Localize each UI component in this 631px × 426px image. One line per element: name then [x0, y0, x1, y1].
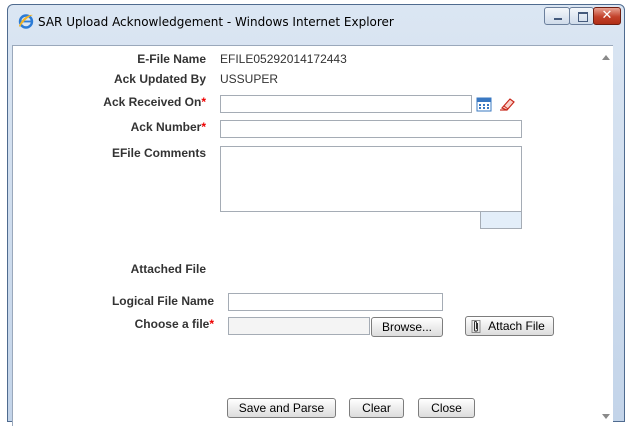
window-title: SAR Upload Acknowledgement - Windows Int…: [38, 15, 394, 29]
required-marker: *: [201, 120, 206, 134]
clear-button[interactable]: Clear: [349, 398, 404, 418]
ack-updated-by-value: USSUPER: [220, 72, 279, 86]
calendar-icon[interactable]: [476, 96, 492, 112]
clear-date-icon[interactable]: [498, 96, 516, 112]
efile-name-value: EFILE05292014172443: [220, 52, 347, 66]
internet-explorer-icon: [18, 14, 34, 29]
required-marker: *: [201, 95, 206, 109]
logical-file-name-label: Logical File Name: [111, 294, 214, 308]
scroll-down-icon[interactable]: [602, 414, 610, 419]
ack-received-on-text: Ack Received On: [103, 95, 202, 109]
attach-file-label: Attach File: [488, 319, 545, 333]
choose-file-path-field[interactable]: [228, 317, 370, 335]
attach-file-button[interactable]: Attach File: [465, 316, 554, 336]
scroll-up-icon[interactable]: [602, 55, 610, 60]
browse-button[interactable]: Browse...: [371, 317, 443, 337]
choose-file-label: Choose a file*: [80, 317, 214, 331]
choose-file-text: Choose a file: [134, 317, 210, 331]
comments-resize-handle[interactable]: [480, 212, 522, 229]
required-marker: *: [209, 317, 214, 331]
maximize-button[interactable]: [569, 7, 594, 25]
close-button[interactable]: Close: [418, 398, 475, 418]
vertical-scrollbar[interactable]: [599, 46, 612, 420]
ack-updated-by-label: Ack Updated By: [113, 72, 206, 86]
paperclip-icon: [471, 320, 481, 333]
attached-file-label: Attached File: [130, 262, 206, 276]
efile-comments-field[interactable]: [220, 146, 522, 212]
close-window-button[interactable]: ✕: [593, 7, 621, 25]
ack-number-label: Ack Number*: [80, 120, 206, 134]
logical-file-name-field[interactable]: [228, 293, 443, 311]
efile-comments-label: EFile Comments: [111, 146, 206, 160]
close-icon: ✕: [601, 8, 613, 23]
title-bar[interactable]: SAR Upload Acknowledgement - Windows Int…: [8, 5, 624, 35]
ack-number-field[interactable]: [220, 120, 522, 138]
ack-received-on-field[interactable]: [220, 95, 472, 113]
save-and-parse-button[interactable]: Save and Parse: [227, 398, 336, 418]
efile-name-label: E-File Name: [137, 52, 206, 66]
ack-number-text: Ack Number: [130, 120, 202, 134]
minimize-button[interactable]: [544, 7, 570, 25]
ack-received-on-label: Ack Received On*: [80, 95, 206, 109]
